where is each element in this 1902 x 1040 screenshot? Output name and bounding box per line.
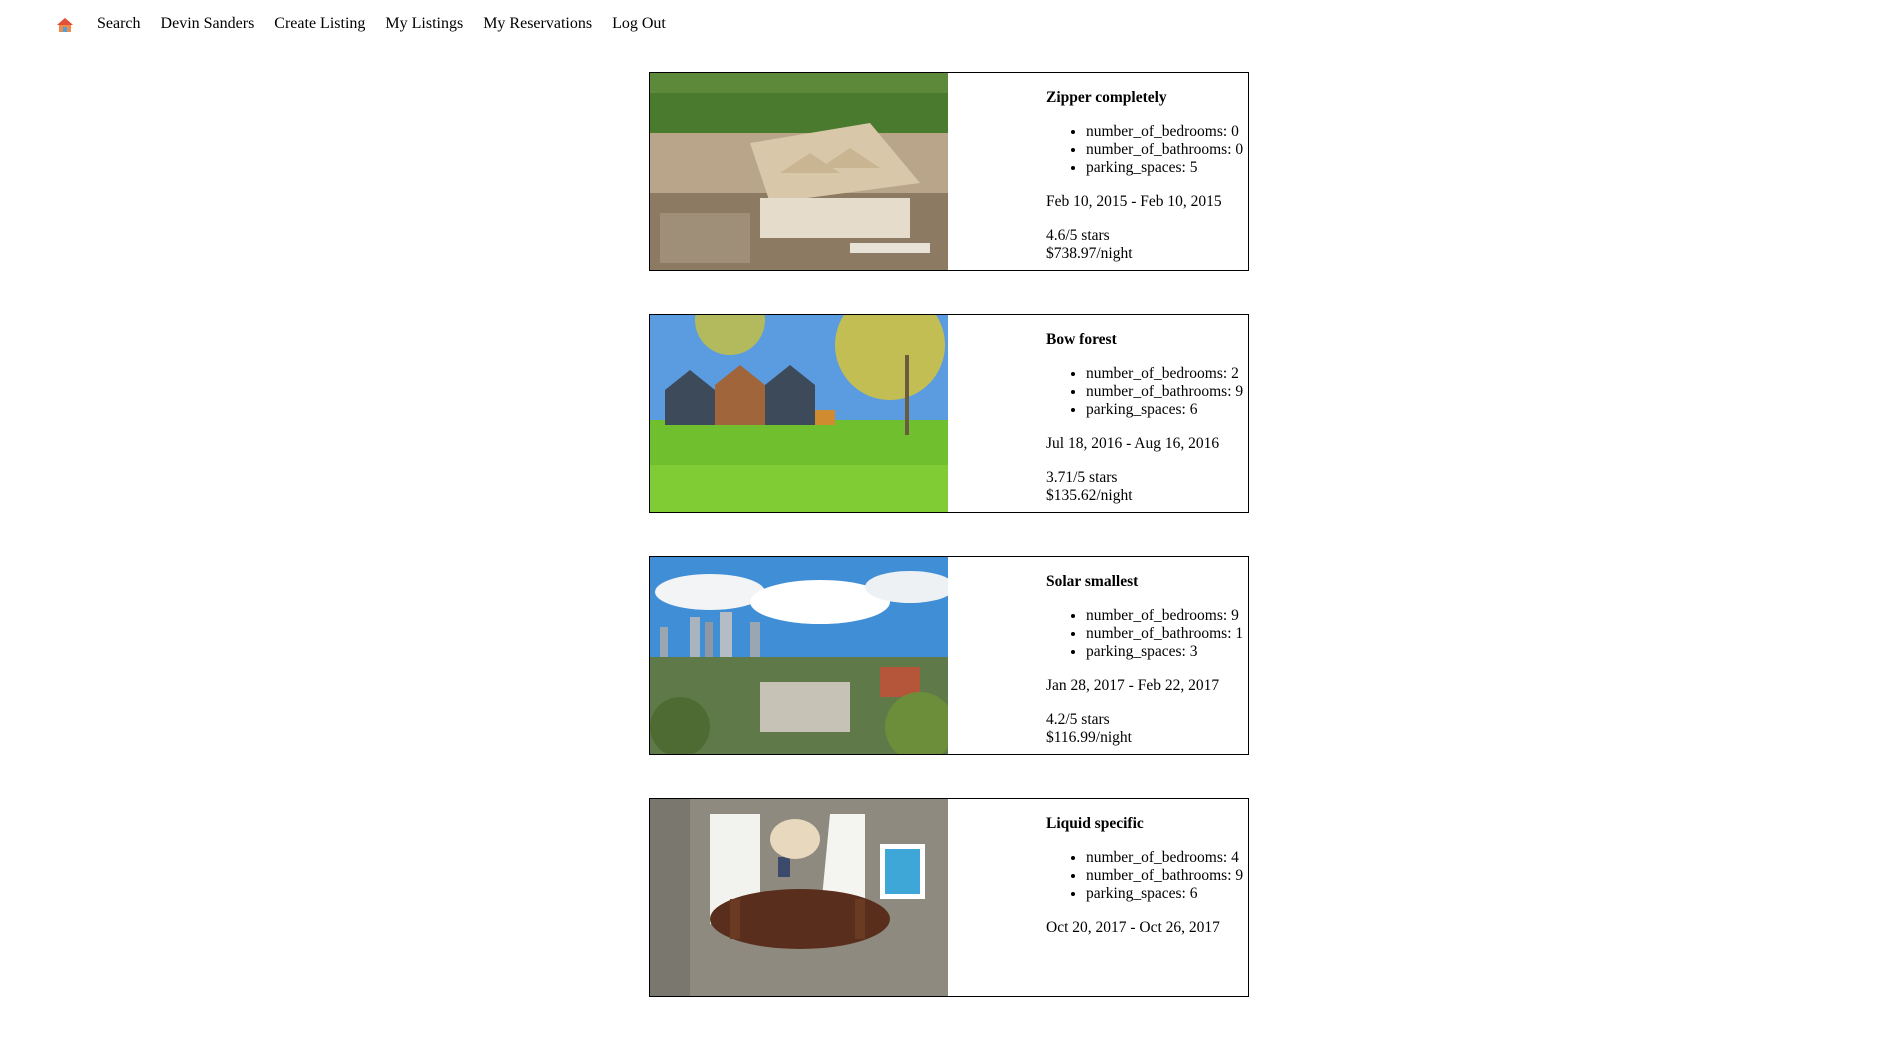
nav-my-listings-link[interactable]: My Listings	[385, 14, 463, 34]
listing-dates: Jan 28, 2017 - Feb 22, 2017	[1046, 677, 1220, 694]
listing-price: $738.97/night	[1046, 245, 1133, 262]
feature-parking: parking_spaces: 3	[1086, 643, 1248, 661]
listing-title: Liquid specific	[1046, 815, 1144, 832]
feature-parking: parking_spaces: 5	[1086, 159, 1248, 177]
feature-parking: parking_spaces: 6	[1086, 885, 1248, 903]
listing-card[interactable]: Liquid specific number_of_bedrooms: 4 nu…	[649, 798, 1249, 997]
feature-bedrooms: number_of_bedrooms: 2	[1086, 365, 1248, 383]
nav-links: Search Devin Sanders Create Listing My L…	[97, 14, 666, 34]
feature-parking: parking_spaces: 6	[1086, 401, 1248, 419]
listing-photo	[650, 799, 948, 996]
listing-title: Solar smallest	[1046, 573, 1139, 590]
feature-bathrooms: number_of_bathrooms: 1	[1086, 625, 1248, 643]
listing-features: number_of_bedrooms: 0 number_of_bathroom…	[1046, 123, 1248, 177]
listing-dates: Oct 20, 2017 - Oct 26, 2017	[1046, 919, 1220, 936]
listing-card[interactable]: Zipper completely number_of_bedrooms: 0 …	[649, 72, 1249, 271]
nav-logout-link[interactable]: Log Out	[612, 14, 666, 34]
listing-rating: 4.6/5 stars	[1046, 227, 1110, 244]
nav-search-link[interactable]: Search	[97, 14, 141, 34]
listing-photo	[650, 557, 948, 754]
listing-info: Bow forest number_of_bedrooms: 2 number_…	[1046, 315, 1248, 505]
listing-photo	[650, 73, 948, 270]
listing-price: $116.99/night	[1046, 729, 1132, 746]
listing-photo	[650, 315, 948, 512]
listing-rating: 3.71/5 stars	[1046, 469, 1118, 486]
listing-title: Bow forest	[1046, 331, 1117, 348]
feature-bedrooms: number_of_bedrooms: 4	[1086, 849, 1248, 867]
nav-my-reservations-link[interactable]: My Reservations	[483, 14, 592, 34]
listing-price: $135.62/night	[1046, 487, 1133, 504]
listing-dates: Feb 10, 2015 - Feb 10, 2015	[1046, 193, 1222, 210]
listing-features: number_of_bedrooms: 2 number_of_bathroom…	[1046, 365, 1248, 419]
feature-bathrooms: number_of_bathrooms: 9	[1086, 867, 1248, 885]
listing-features: number_of_bedrooms: 9 number_of_bathroom…	[1046, 607, 1248, 661]
listings-list: Zipper completely number_of_bedrooms: 0 …	[649, 72, 1249, 1040]
home-icon[interactable]	[56, 16, 74, 34]
feature-bathrooms: number_of_bathrooms: 0	[1086, 141, 1248, 159]
listing-rating: 4.2/5 stars	[1046, 711, 1110, 728]
nav-profile-link[interactable]: Devin Sanders	[161, 14, 255, 34]
listing-info: Liquid specific number_of_bedrooms: 4 nu…	[1046, 799, 1248, 937]
listing-card[interactable]: Bow forest number_of_bedrooms: 2 number_…	[649, 314, 1249, 513]
listing-dates: Jul 18, 2016 - Aug 16, 2016	[1046, 435, 1220, 452]
listing-features: number_of_bedrooms: 4 number_of_bathroom…	[1046, 849, 1248, 903]
feature-bedrooms: number_of_bedrooms: 9	[1086, 607, 1248, 625]
listing-title: Zipper completely	[1046, 89, 1167, 106]
nav-create-listing-link[interactable]: Create Listing	[274, 14, 365, 34]
listing-info: Zipper completely number_of_bedrooms: 0 …	[1046, 73, 1248, 263]
listing-card[interactable]: Solar smallest number_of_bedrooms: 9 num…	[649, 556, 1249, 755]
listing-info: Solar smallest number_of_bedrooms: 9 num…	[1046, 557, 1248, 747]
top-navbar: Search Devin Sanders Create Listing My L…	[0, 0, 1902, 48]
feature-bathrooms: number_of_bathrooms: 9	[1086, 383, 1248, 401]
feature-bedrooms: number_of_bedrooms: 0	[1086, 123, 1248, 141]
